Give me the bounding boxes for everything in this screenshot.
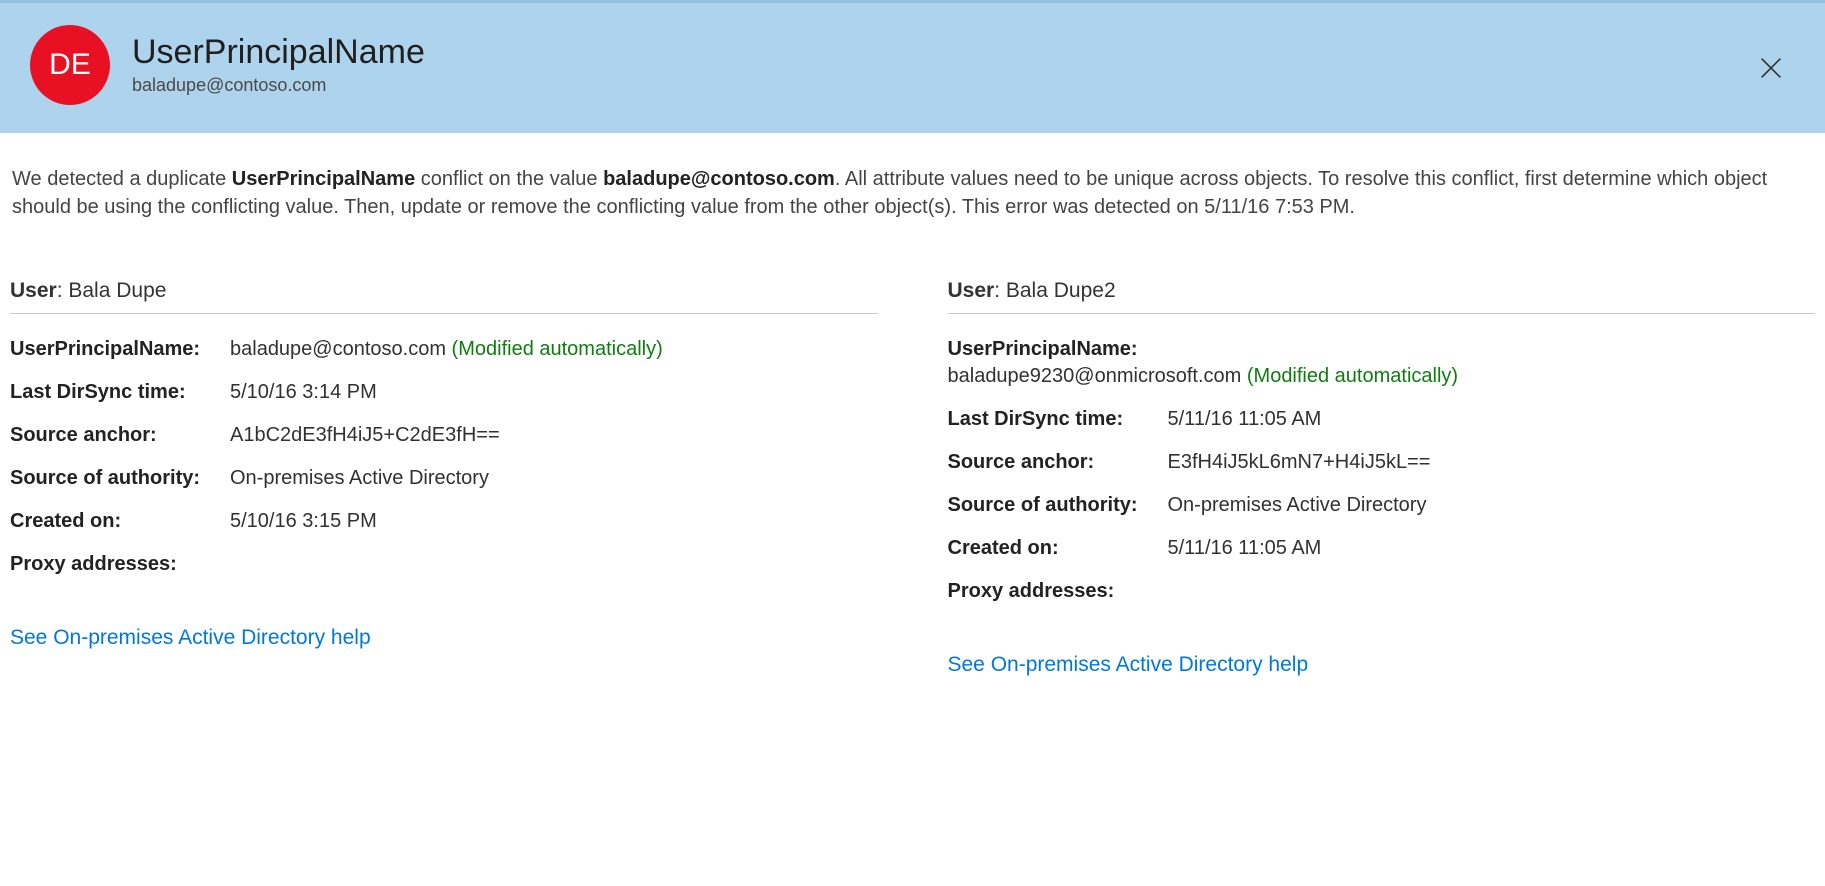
dirsync-row: Last DirSync time: 5/10/16 3:14 PM: [10, 381, 878, 404]
dirsync-value: 5/10/16 3:14 PM: [230, 381, 377, 404]
desc-prefix: We detected a duplicate: [12, 168, 232, 190]
authority-row: Source of authority: On-premises Active …: [10, 467, 878, 490]
desc-mid: conflict on the value: [415, 168, 603, 190]
anchor-value: E3fH4iJ5kL6mN7+H4iJ5kL==: [1168, 451, 1431, 474]
created-value: 5/10/16 3:15 PM: [230, 510, 377, 533]
upn-value-text: baladupe@contoso.com: [230, 338, 446, 360]
upn-label: UserPrincipalName:: [948, 338, 1816, 361]
help-link-left[interactable]: See On-premises Active Directory help: [10, 626, 371, 650]
upn-value: baladupe9230@onmicrosoft.com (Modified a…: [948, 365, 1816, 388]
anchor-label: Source anchor:: [948, 451, 1168, 474]
authority-label: Source of authority:: [948, 494, 1168, 517]
user-header-right: User: Bala Dupe2: [948, 279, 1816, 314]
header-title: UserPrincipalName: [132, 34, 425, 71]
proxy-label: Proxy addresses:: [10, 553, 230, 576]
avatar-initials: DE: [49, 48, 91, 82]
desc-value: baladupe@contoso.com: [603, 168, 835, 190]
dirsync-value: 5/11/16 11:05 AM: [1168, 408, 1322, 431]
modified-badge: (Modified automatically): [1241, 365, 1458, 387]
upn-value: baladupe@contoso.com (Modified automatic…: [230, 338, 663, 361]
user-name: Bala Dupe2: [1006, 279, 1116, 302]
created-row: Created on: 5/11/16 11:05 AM: [948, 537, 1816, 560]
created-row: Created on: 5/10/16 3:15 PM: [10, 510, 878, 533]
dirsync-label: Last DirSync time:: [948, 408, 1168, 431]
created-label: Created on:: [948, 537, 1168, 560]
created-value: 5/11/16 11:05 AM: [1168, 537, 1322, 560]
upn-value-text: baladupe9230@onmicrosoft.com: [948, 365, 1242, 387]
authority-value: On-premises Active Directory: [230, 467, 489, 490]
dirsync-label: Last DirSync time:: [10, 381, 230, 404]
user-columns: User: Bala Dupe UserPrincipalName: balad…: [10, 279, 1815, 677]
authority-row: Source of authority: On-premises Active …: [948, 494, 1816, 517]
anchor-label: Source anchor:: [10, 424, 230, 447]
user-label: User: [10, 279, 57, 302]
avatar: DE: [30, 25, 110, 105]
conflict-description: We detected a duplicate UserPrincipalNam…: [10, 165, 1815, 221]
upn-label: UserPrincipalName:: [10, 338, 230, 361]
proxy-row: Proxy addresses:: [10, 553, 878, 576]
user-label: User: [948, 279, 995, 302]
anchor-row: Source anchor: A1bC2dE3fH4iJ5+C2dE3fH==: [10, 424, 878, 447]
proxy-label: Proxy addresses:: [948, 580, 1168, 603]
dialog-body: We detected a duplicate UserPrincipalNam…: [0, 133, 1825, 707]
desc-attribute: UserPrincipalName: [232, 168, 415, 190]
user-column-left: User: Bala Dupe UserPrincipalName: balad…: [10, 279, 878, 677]
user-column-right: User: Bala Dupe2 UserPrincipalName: bala…: [948, 279, 1816, 677]
anchor-value: A1bC2dE3fH4iJ5+C2dE3fH==: [230, 424, 500, 447]
user-header-left: User: Bala Dupe: [10, 279, 878, 314]
modified-badge: (Modified automatically): [446, 338, 663, 360]
anchor-row: Source anchor: E3fH4iJ5kL6mN7+H4iJ5kL==: [948, 451, 1816, 474]
close-button[interactable]: [1751, 48, 1791, 88]
upn-row: UserPrincipalName: baladupe@contoso.com …: [10, 338, 878, 361]
proxy-row: Proxy addresses:: [948, 580, 1816, 603]
upn-row: UserPrincipalName: baladupe9230@onmicros…: [948, 338, 1816, 388]
close-icon: [1757, 54, 1785, 82]
header-text: UserPrincipalName baladupe@contoso.com: [132, 34, 425, 96]
authority-label: Source of authority:: [10, 467, 230, 490]
help-link-right[interactable]: See On-premises Active Directory help: [948, 653, 1309, 677]
authority-value: On-premises Active Directory: [1168, 494, 1427, 517]
created-label: Created on:: [10, 510, 230, 533]
dialog-header: DE UserPrincipalName baladupe@contoso.co…: [0, 0, 1825, 133]
header-subtitle: baladupe@contoso.com: [132, 75, 425, 96]
user-name: Bala Dupe: [68, 279, 166, 302]
dirsync-row: Last DirSync time: 5/11/16 11:05 AM: [948, 408, 1816, 431]
